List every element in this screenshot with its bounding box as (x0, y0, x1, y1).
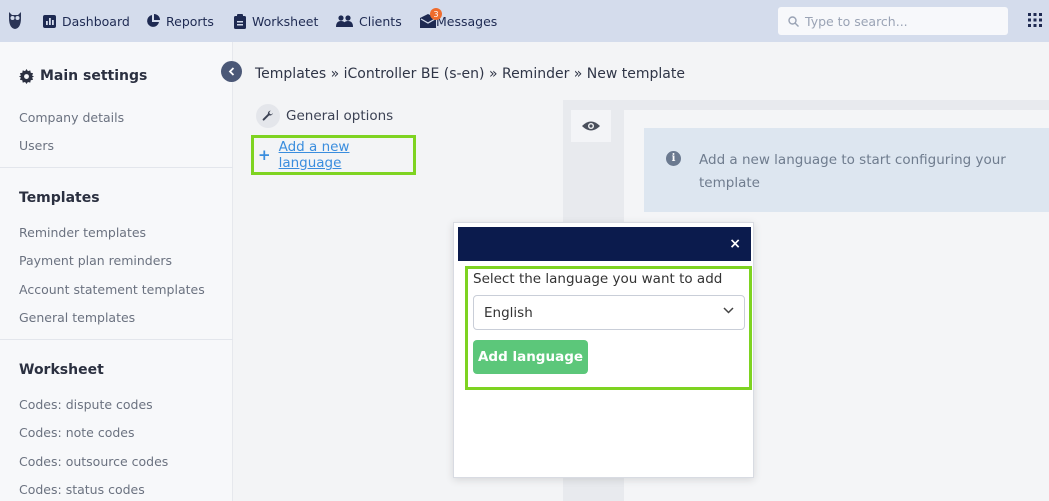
close-icon[interactable]: × (729, 236, 741, 252)
add-language-modal: × Select the language you want to add En… (453, 222, 754, 478)
sidebar-item-general-templates[interactable]: General templates (19, 310, 135, 325)
search-input[interactable]: Type to search... (778, 7, 1008, 35)
modal-header: × (458, 227, 751, 261)
chevron-left-icon (228, 67, 234, 76)
messages-badge: 3 (430, 8, 442, 20)
nav-dashboard-label: Dashboard (62, 13, 130, 29)
add-new-language-link[interactable]: + Add a new language (251, 135, 416, 175)
nav-messages-label: Messages (436, 13, 498, 29)
sidebar-item-company-details[interactable]: Company details (19, 110, 124, 125)
sidebar-item-users[interactable]: Users (19, 138, 54, 153)
sidebar-item-outsource-codes[interactable]: Codes: outsource codes (19, 454, 168, 469)
nav-worksheet-label: Worksheet (252, 13, 319, 29)
sidebar-item-reminder-templates[interactable]: Reminder templates (19, 225, 146, 240)
add-new-language-label: Add a new language (278, 139, 350, 171)
plus-icon: + (258, 146, 271, 164)
nav-clients[interactable]: Clients (336, 0, 402, 42)
sidebar-divider (0, 339, 233, 340)
sidebar-item-payment-plan-reminders[interactable]: Payment plan reminders (19, 253, 172, 268)
general-options-label: General options (286, 108, 394, 124)
search-placeholder: Type to search... (805, 13, 908, 29)
owl-logo-icon[interactable] (8, 10, 22, 30)
sidebar-item-account-statement-templates[interactable]: Account statement templates (19, 282, 205, 297)
nav-clients-label: Clients (359, 13, 402, 29)
add-language-button[interactable]: Add language (473, 340, 588, 374)
apps-grid-icon[interactable] (1028, 13, 1042, 27)
sidebar-item-status-codes[interactable]: Codes: status codes (19, 482, 145, 497)
modal-form-highlight: Select the language you want to add Engl… (465, 266, 752, 390)
settings-sidebar: Main settings Company details Users Temp… (0, 42, 233, 501)
main-settings-title: Main settings (40, 68, 148, 84)
eye-icon (582, 121, 600, 131)
users-icon (336, 15, 353, 27)
language-select-value: English (484, 304, 533, 321)
chevron-down-icon (723, 307, 734, 314)
sidebar-divider (0, 167, 233, 168)
pie-chart-icon (146, 14, 160, 28)
info-icon: i (666, 151, 681, 166)
nav-messages[interactable]: Messages (420, 0, 497, 42)
search-icon (788, 15, 799, 27)
sidebar-heading-worksheet: Worksheet (19, 362, 104, 378)
sidebar-item-dispute-codes[interactable]: Codes: dispute codes (19, 397, 153, 412)
language-select[interactable]: English (473, 295, 745, 330)
breadcrumb: Templates » iController BE (s-en) » Remi… (255, 66, 685, 82)
clipboard-icon (234, 13, 246, 29)
nav-worksheet[interactable]: Worksheet (234, 0, 318, 42)
wrench-icon (256, 104, 280, 128)
general-options-toggle[interactable]: General options (256, 104, 393, 128)
preview-toggle-button[interactable] (571, 110, 611, 142)
language-select-label: Select the language you want to add (473, 271, 723, 287)
gear-icon (19, 68, 34, 84)
nav-reports-label: Reports (166, 13, 214, 29)
nav-dashboard[interactable]: Dashboard (43, 0, 130, 42)
main-settings-header: Main settings (19, 68, 147, 84)
dashboard-icon (43, 14, 56, 28)
info-message: Add a new language to start configuring … (699, 152, 1006, 191)
sidebar-heading-templates: Templates (19, 190, 100, 206)
collapse-sidebar-button[interactable] (221, 61, 242, 82)
sidebar-item-note-codes[interactable]: Codes: note codes (19, 425, 135, 440)
top-navbar: Dashboard Reports Worksheet Clients Mess… (0, 0, 1049, 42)
nav-reports[interactable]: Reports (146, 0, 214, 42)
